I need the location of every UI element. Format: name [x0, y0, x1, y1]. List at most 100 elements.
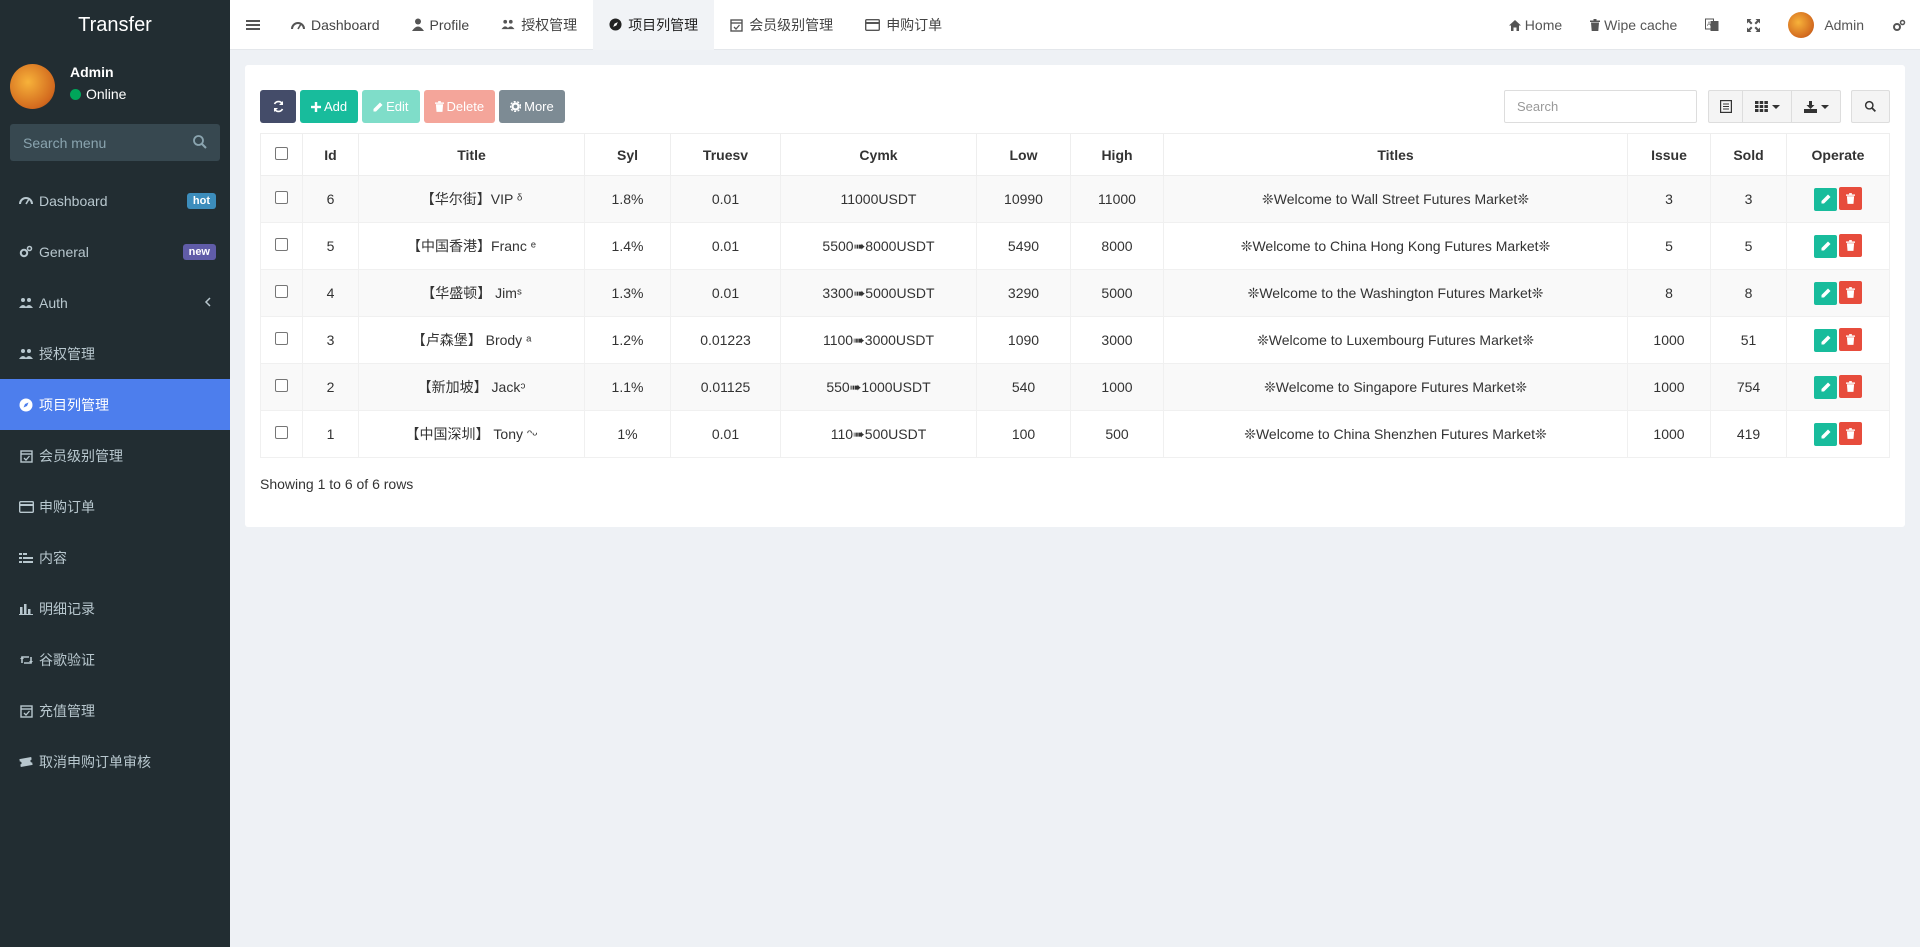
chevron-left-icon	[204, 295, 212, 311]
sidebar-item-member-level[interactable]: 会员级别管理	[0, 430, 230, 481]
fullscreen-button[interactable]	[1733, 0, 1774, 50]
select-all-checkbox[interactable]	[275, 146, 288, 160]
columns-dropdown-button[interactable]	[1742, 90, 1792, 123]
row-edit-button[interactable]	[1814, 328, 1837, 352]
wipe-cache-button[interactable]: Wipe cache	[1576, 0, 1691, 50]
tab-orders[interactable]: 申购订单	[849, 0, 958, 50]
menu-search-input[interactable]	[10, 124, 220, 161]
row-checkbox[interactable]	[275, 332, 288, 345]
sidebar-item-records[interactable]: 明细记录	[0, 583, 230, 634]
tab-profile[interactable]: Profile	[396, 0, 486, 50]
settings-button[interactable]	[1878, 0, 1920, 50]
tab-label: Profile	[429, 16, 470, 33]
user-menu[interactable]: Admin	[1774, 0, 1878, 50]
cell-title: 【中国深圳】 Tony ᵔᵕ	[358, 410, 585, 458]
row-checkbox[interactable]	[275, 379, 288, 392]
more-button[interactable]: More	[499, 90, 565, 123]
sidebar-item-google-auth[interactable]: 谷歌验证	[0, 634, 230, 685]
tab-auth-manage[interactable]: 授权管理	[485, 0, 593, 50]
edit-button[interactable]: Edit	[362, 90, 420, 123]
col-header[interactable]: Cymk	[780, 133, 977, 176]
col-header[interactable]: Id	[302, 133, 359, 176]
table-tools	[1504, 90, 1890, 123]
tab-dashboard[interactable]: Dashboard	[275, 0, 396, 50]
caret-down-icon	[1820, 104, 1829, 109]
col-header[interactable]: Title	[358, 133, 585, 176]
dashboard-icon	[18, 193, 34, 209]
language-icon: A	[1705, 18, 1719, 31]
sidebar-item-orders[interactable]: 申购订单	[0, 481, 230, 532]
cell-issue: 3	[1627, 175, 1711, 223]
trash-icon	[1846, 193, 1855, 205]
row-checkbox[interactable]	[275, 285, 288, 298]
row-delete-button[interactable]	[1839, 234, 1862, 258]
table-row[interactable]: 2 【新加坡】 Jackᵓ 1.1% 0.01125 550➠1000USDT …	[260, 363, 1890, 411]
table-row[interactable]: 4 【华盛顿】 Jimˢ 1.3% 0.01 3300➠5000USDT 329…	[260, 269, 1890, 317]
row-edit-button[interactable]	[1814, 281, 1837, 305]
delete-button[interactable]: Delete	[423, 90, 496, 123]
cell-title: 【新加坡】 Jackᵓ	[358, 363, 585, 411]
col-header[interactable]: Titles	[1163, 133, 1628, 176]
row-delete-button[interactable]	[1839, 281, 1862, 305]
refresh-icon	[273, 100, 283, 113]
col-header[interactable]: Low	[976, 133, 1071, 176]
export-dropdown-button[interactable]	[1791, 90, 1841, 123]
cell-syl: 1.8%	[584, 175, 671, 223]
row-edit-button[interactable]	[1814, 422, 1837, 446]
row-delete-button[interactable]	[1839, 328, 1862, 352]
home-link[interactable]: Home	[1495, 0, 1576, 50]
sidebar-menu: Dashboard hot General new Auth 授权管理 项目列管…	[0, 175, 230, 787]
search-icon[interactable]	[192, 134, 208, 150]
row-delete-button[interactable]	[1839, 375, 1862, 399]
cell-operate	[1786, 363, 1890, 411]
table-row[interactable]: 1 【中国深圳】 Tony ᵔᵕ 1% 0.01 110➠500USDT 100…	[260, 410, 1890, 458]
table-row[interactable]: 5 【中国香港】Franc ᵉ 1.4% 0.01 5500➠8000USDT …	[260, 222, 1890, 270]
table-row[interactable]: 3 【卢森堡】 Brody ᵃ 1.2% 0.01223 1100➠3000US…	[260, 316, 1890, 364]
cell-issue: 1000	[1627, 410, 1711, 458]
col-header[interactable]: Syl	[584, 133, 671, 176]
row-edit-button[interactable]	[1814, 234, 1837, 258]
col-header[interactable]: Truesv	[670, 133, 781, 176]
sidebar-item-project-list[interactable]: 项目列管理	[0, 379, 230, 430]
tab-project-list[interactable]: 项目列管理	[593, 0, 715, 50]
sidebar-item-auth-manage[interactable]: 授权管理	[0, 328, 230, 379]
brand-title[interactable]: Transfer	[0, 0, 230, 50]
cell-operate	[1786, 175, 1890, 223]
table-search-input[interactable]	[1504, 90, 1697, 123]
sidebar-item-label: 谷歌验证	[39, 651, 95, 668]
table-row[interactable]: 6 【华尔街】VIP ᵟ 1.8% 0.01 11000USDT 10990 1…	[260, 175, 1890, 223]
sidebar-toggle-button[interactable]	[230, 0, 275, 50]
row-checkbox[interactable]	[275, 238, 288, 251]
add-button[interactable]: Add	[300, 90, 359, 123]
row-edit-button[interactable]	[1814, 187, 1837, 211]
cell-sold: 419	[1710, 410, 1787, 458]
row-checkbox[interactable]	[275, 426, 288, 439]
translate-button[interactable]: A	[1691, 0, 1733, 50]
sidebar-item-content[interactable]: 内容	[0, 532, 230, 583]
col-header[interactable]: Issue	[1627, 133, 1711, 176]
row-delete-button[interactable]	[1839, 187, 1862, 211]
tab-member-level[interactable]: 会员级别管理	[714, 0, 849, 50]
cell-syl: 1.3%	[584, 269, 671, 317]
col-header[interactable]: Sold	[1710, 133, 1787, 176]
sidebar-item-auth[interactable]: Auth	[0, 277, 230, 328]
sidebar-item-cancel-review[interactable]: 取消申购订单审核	[0, 736, 230, 787]
row-edit-button[interactable]	[1814, 375, 1837, 399]
cell-cymk: 5500➠8000USDT	[780, 222, 977, 270]
sidebar-item-recharge[interactable]: 充值管理	[0, 685, 230, 736]
sidebar-item-label: 取消申购订单审核	[39, 753, 151, 770]
col-header[interactable]: High	[1070, 133, 1164, 176]
sidebar-item-dashboard[interactable]: Dashboard hot	[0, 175, 230, 226]
cell-truesv: 0.01	[670, 222, 781, 270]
row-select-cell	[260, 269, 303, 317]
col-header: Operate	[1786, 133, 1890, 176]
row-delete-button[interactable]	[1839, 422, 1862, 446]
advanced-search-button[interactable]	[1851, 90, 1890, 123]
row-checkbox[interactable]	[275, 191, 288, 204]
sidebar-item-general[interactable]: General new	[0, 226, 230, 277]
user-panel: Admin Online	[0, 50, 230, 124]
refresh-button[interactable]	[260, 90, 296, 123]
cell-operate	[1786, 269, 1890, 317]
cell-cymk: 11000USDT	[780, 175, 977, 223]
toggle-view-button[interactable]	[1708, 90, 1743, 123]
